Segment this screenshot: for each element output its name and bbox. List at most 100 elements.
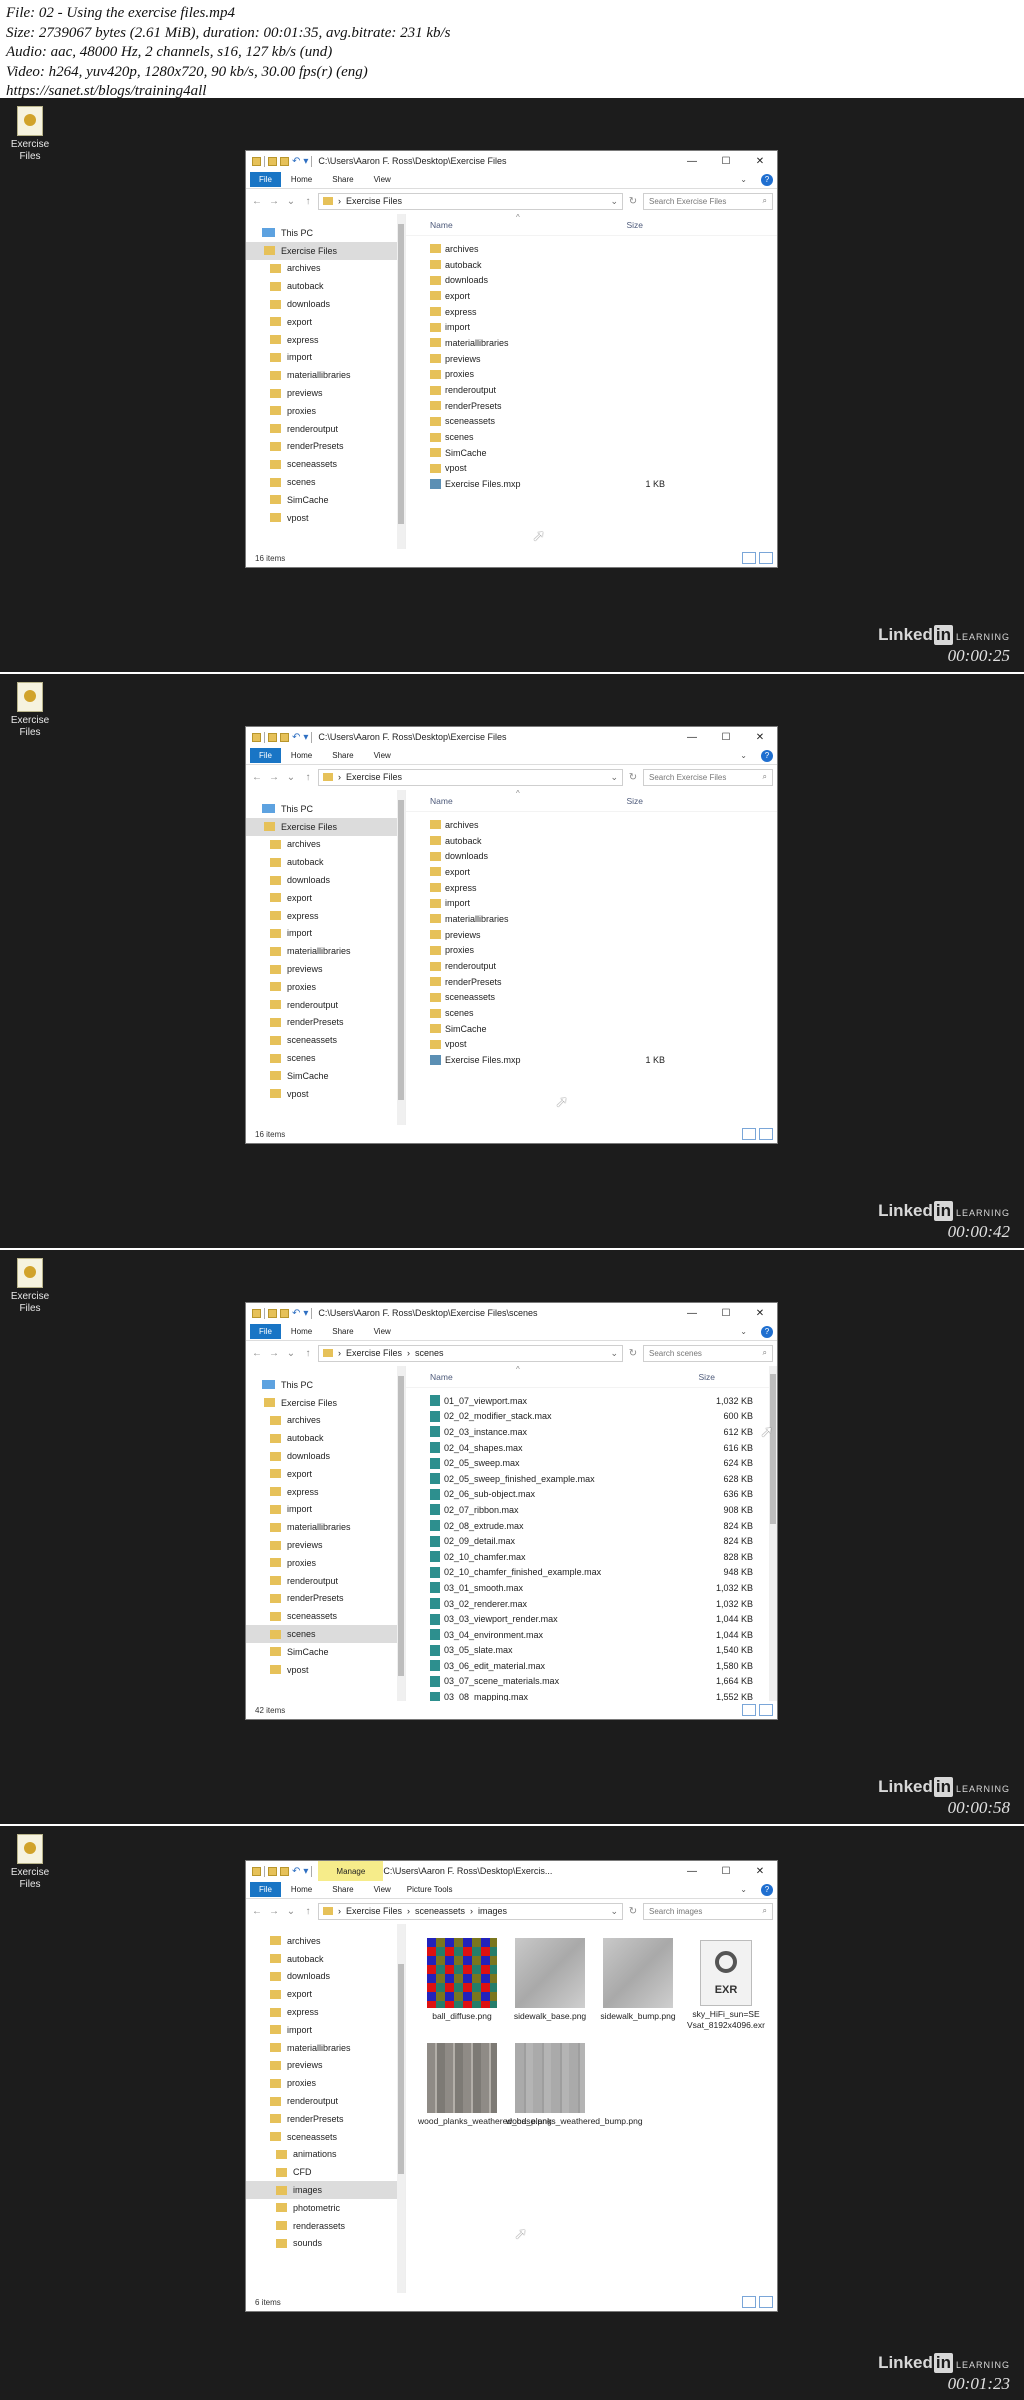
nav-item-folder[interactable]: materiallibraries xyxy=(246,1518,405,1536)
details-view-icon[interactable] xyxy=(742,1704,756,1716)
file-row[interactable]: vpost xyxy=(406,461,777,477)
file-row[interactable]: 02_07_ribbon.max 908 KB xyxy=(406,1502,777,1518)
nav-item-folder[interactable]: sceneassets xyxy=(246,1607,405,1625)
file-thumbnail[interactable]: wood_planks_weathered_bump.png xyxy=(506,2043,643,2127)
large-icons-view-icon[interactable] xyxy=(759,2296,773,2308)
file-row[interactable]: downloads xyxy=(406,272,777,288)
file-row[interactable]: scenes xyxy=(406,1005,777,1021)
folder-icon[interactable] xyxy=(252,1866,261,1876)
search-input[interactable]: Search Exercise Files ⌕ xyxy=(643,768,773,786)
nav-item-folder[interactable]: SimCache xyxy=(246,491,405,509)
address-bar[interactable]: › Exercise Files ⌄ xyxy=(318,768,623,786)
recent-chevron-icon[interactable]: ⌄ xyxy=(284,1348,298,1359)
tab-view[interactable]: View xyxy=(364,751,401,760)
nav-item-folder[interactable]: import xyxy=(246,925,405,943)
nav-item-folder[interactable]: import xyxy=(246,2021,405,2039)
file-row[interactable]: SimCache xyxy=(406,445,777,461)
file-row[interactable]: previews xyxy=(406,927,777,943)
breadcrumb[interactable]: Exercise Files xyxy=(346,196,402,206)
nav-item-folder[interactable]: SimCache xyxy=(246,1067,405,1085)
nav-item-folder[interactable]: archives xyxy=(246,836,405,854)
nav-item-folder[interactable]: downloads xyxy=(246,1447,405,1465)
properties-icon[interactable] xyxy=(268,156,277,166)
nav-item-folder[interactable]: proxies xyxy=(246,402,405,420)
file-row[interactable]: archives xyxy=(406,241,777,257)
nav-item-subfolder[interactable]: images xyxy=(246,2181,405,2199)
column-size-header[interactable]: Size xyxy=(698,1372,715,1382)
tab-view[interactable]: View xyxy=(364,175,401,184)
nav-item-folder[interactable]: export xyxy=(246,1985,405,2003)
file-row[interactable]: 03_04_environment.max 1,044 KB xyxy=(406,1627,777,1643)
nav-item-folder[interactable]: previews xyxy=(246,2057,405,2075)
file-thumbnail[interactable]: wood_planks_weathered_base.png xyxy=(418,2043,552,2127)
minimize-icon[interactable]: — xyxy=(675,732,709,743)
file-row[interactable]: renderoutput xyxy=(406,382,777,398)
nav-item-folder[interactable]: archives xyxy=(246,260,405,278)
nav-item-folder[interactable]: autoback xyxy=(246,1950,405,1968)
file-thumbnail[interactable]: ball_diffuse.png xyxy=(418,1938,506,2031)
recent-chevron-icon[interactable]: ⌄ xyxy=(284,196,298,207)
maximize-icon[interactable]: ☐ xyxy=(709,1308,743,1319)
tab-picture-tools[interactable]: Picture Tools xyxy=(401,1885,459,1894)
tab-share[interactable]: Share xyxy=(322,751,363,760)
nav-item-folder[interactable]: materiallibraries xyxy=(246,366,405,384)
nav-item-folder[interactable]: renderPresets xyxy=(246,1014,405,1032)
forward-arrow-icon[interactable]: → xyxy=(267,196,281,207)
nav-item-folder[interactable]: scenes xyxy=(246,473,405,491)
nav-item-this-pc[interactable]: This PC xyxy=(246,224,405,242)
chevron-down-icon[interactable]: ⌄ xyxy=(610,1348,618,1359)
nav-item-folder[interactable]: sceneassets xyxy=(246,455,405,473)
undo-icon[interactable]: ↶ xyxy=(292,1866,300,1877)
forward-arrow-icon[interactable]: → xyxy=(267,1906,281,1917)
up-arrow-icon[interactable]: ↑ xyxy=(301,772,315,783)
nav-item-subfolder[interactable]: CFD xyxy=(246,2163,405,2181)
nav-item-folder[interactable]: renderoutput xyxy=(246,2092,405,2110)
file-thumbnail[interactable]: sidewalk_base.png xyxy=(506,1938,594,2031)
details-view-icon[interactable] xyxy=(742,2296,756,2308)
tab-share[interactable]: Share xyxy=(322,1327,363,1336)
tab-share[interactable]: Share xyxy=(322,175,363,184)
undo-icon[interactable]: ↶ xyxy=(292,1308,300,1319)
file-row[interactable]: downloads xyxy=(406,848,777,864)
file-row[interactable]: import xyxy=(406,895,777,911)
nav-item-folder[interactable]: previews xyxy=(246,1536,405,1554)
file-row[interactable]: express xyxy=(406,304,777,320)
scrollbar-thumb[interactable] xyxy=(398,224,404,524)
address-bar[interactable]: › Exercise Files › sceneassets › images ⌄ xyxy=(318,1902,623,1920)
properties-icon[interactable] xyxy=(268,1866,277,1876)
scrollbar-thumb[interactable] xyxy=(398,1376,404,1676)
close-icon[interactable]: ✕ xyxy=(743,156,777,167)
desktop-folder-icon[interactable]: Exercise Files xyxy=(8,682,52,739)
nav-item-folder[interactable]: renderPresets xyxy=(246,2110,405,2128)
column-name-header[interactable]: Name xyxy=(430,1372,453,1382)
nav-item-folder[interactable]: proxies xyxy=(246,1554,405,1572)
tab-view[interactable]: View xyxy=(364,1327,401,1336)
folder-icon[interactable] xyxy=(252,156,261,166)
search-input[interactable]: Search images ⌕ xyxy=(643,1902,773,1920)
nav-item-subfolder[interactable]: animations xyxy=(246,2146,405,2164)
breadcrumb[interactable]: images xyxy=(478,1906,507,1916)
up-arrow-icon[interactable]: ↑ xyxy=(301,1906,315,1917)
content-scrollbar[interactable] xyxy=(769,1366,777,1701)
file-row[interactable]: materiallibraries xyxy=(406,911,777,927)
tab-file[interactable]: File xyxy=(250,748,281,763)
file-row[interactable]: autoback xyxy=(406,257,777,273)
search-input[interactable]: Search Exercise Files ⌕ xyxy=(643,192,773,210)
file-row[interactable]: 03_01_smooth.max 1,032 KB xyxy=(406,1580,777,1596)
scrollbar-thumb[interactable] xyxy=(770,1374,776,1524)
file-row[interactable]: export xyxy=(406,288,777,304)
details-view-icon[interactable] xyxy=(742,1128,756,1140)
file-row[interactable]: materiallibraries xyxy=(406,335,777,351)
large-icons-view-icon[interactable] xyxy=(759,1128,773,1140)
breadcrumb[interactable]: Exercise Files xyxy=(346,1348,402,1358)
back-arrow-icon[interactable]: ← xyxy=(250,772,264,783)
minimize-icon[interactable]: — xyxy=(675,1308,709,1319)
file-row[interactable]: 02_05_sweep_finished_example.max 628 KB xyxy=(406,1471,777,1487)
nav-scrollbar[interactable] xyxy=(397,790,405,1125)
file-row[interactable]: express xyxy=(406,880,777,896)
chevron-down-icon[interactable]: ⌄ xyxy=(730,1327,757,1336)
column-name-header[interactable]: Name xyxy=(430,220,453,230)
chevron-down-icon[interactable]: ▾ xyxy=(303,1308,308,1319)
nav-item-folder[interactable]: archives xyxy=(246,1412,405,1430)
file-row[interactable]: 03_08_mapping.max 1,552 KB xyxy=(406,1689,777,1701)
